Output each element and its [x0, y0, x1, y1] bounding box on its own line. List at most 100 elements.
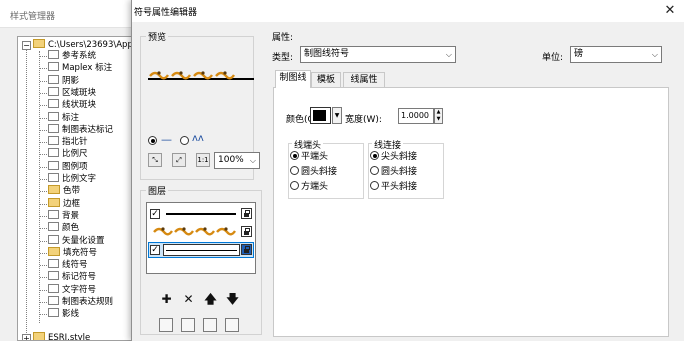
layer-row[interactable]: ✓: [148, 206, 254, 222]
tree-item[interactable]: 填充符号: [48, 246, 97, 259]
tab-template[interactable]: 模板: [311, 72, 341, 88]
properties-label: 属性:: [272, 33, 294, 43]
tab-line-properties[interactable]: 线属性: [343, 72, 385, 88]
layer-preview: [163, 244, 240, 256]
file-icon: [48, 62, 59, 72]
style-tree[interactable]: − C:\Users\23693\App 参考系统 Maplex 标注 阴影 区域斑块…: [17, 36, 135, 341]
radio-button[interactable]: [290, 151, 299, 160]
tree-item[interactable]: 线状斑块: [48, 99, 96, 111]
line-caps-option[interactable]: 方端头: [290, 181, 328, 193]
file-icon: [48, 296, 59, 305]
pattern-dot: [179, 71, 183, 75]
folder-icon: [33, 332, 45, 340]
file-icon: [48, 308, 59, 318]
line-caps-option[interactable]: 平端头: [290, 151, 328, 163]
file-icon: [48, 259, 59, 269]
file-icon: [48, 111, 59, 121]
zoom-full-icon[interactable]: ⤢: [172, 153, 186, 167]
layer-row-selected[interactable]: ✓: [148, 242, 254, 258]
file-icon: [48, 50, 59, 59]
width-label: 宽度(W):: [345, 115, 382, 125]
tree-item[interactable]: 矢量化设置: [48, 234, 105, 247]
width-spinner-icon[interactable]: ▲ ▼: [434, 108, 443, 124]
move-up-icon[interactable]: 🡅: [203, 292, 218, 307]
line-preview-icon: —: [161, 133, 172, 146]
export-layer-icon[interactable]: [203, 318, 217, 332]
chevron-down-icon: ⌵: [445, 50, 452, 59]
effect-layer-icon[interactable]: [225, 318, 239, 332]
line-caps-option[interactable]: 圆头斜接: [290, 166, 337, 178]
color-swatch[interactable]: [310, 107, 331, 124]
add-layer-icon[interactable]: ✚: [159, 292, 174, 307]
delete-layer-icon[interactable]: ✕: [181, 292, 196, 307]
move-down-icon[interactable]: 🡇: [225, 292, 240, 307]
collapse-toggle-icon[interactable]: −: [22, 41, 31, 50]
radio-button[interactable]: [370, 151, 379, 160]
tree-item[interactable]: 标注: [48, 111, 79, 124]
line-joins-label: 线连接: [372, 138, 404, 151]
tree-item[interactable]: 色带: [48, 185, 80, 197]
tree-item[interactable]: 比例尺: [48, 148, 88, 160]
unit-label: 单位:: [542, 53, 564, 63]
color-dropdown-icon[interactable]: ▼: [332, 107, 342, 124]
preview-polyline-radio[interactable]: [180, 136, 189, 145]
file-icon: [48, 86, 59, 96]
layers-label: 图层: [146, 184, 169, 197]
tree-item[interactable]: 制图表达标记: [48, 123, 113, 136]
tree-root-esri[interactable]: ESRI.style: [33, 332, 90, 340]
file-icon: [48, 222, 59, 232]
radio-button[interactable]: [370, 181, 379, 190]
layer-visible-checkbox[interactable]: ✓: [150, 209, 160, 219]
pattern-dot: [182, 227, 186, 231]
tree-item[interactable]: 比例文字: [48, 173, 96, 185]
radio-button[interactable]: [290, 166, 299, 175]
layer-row[interactable]: [148, 224, 254, 240]
pattern-dot: [224, 227, 228, 231]
layer-visible-checkbox[interactable]: ✓: [150, 245, 160, 255]
expand-toggle-icon[interactable]: +: [22, 334, 31, 340]
style-manager-title: 样式管理器: [10, 12, 56, 22]
layers-list[interactable]: ✓ ✓: [146, 202, 256, 274]
tree-item[interactable]: 颜色: [48, 222, 79, 234]
folder-icon: [48, 185, 60, 195]
zoom-select[interactable]: 100% ⌵: [214, 152, 260, 169]
file-icon: [48, 74, 59, 84]
zoom-fit-icon[interactable]: ⤡: [148, 153, 162, 167]
tree-item[interactable]: 背景: [48, 209, 79, 222]
lock-icon[interactable]: [241, 244, 252, 255]
line-joins-option[interactable]: 平头斜接: [370, 181, 417, 193]
tree-item[interactable]: 影线: [48, 308, 79, 320]
tree-item[interactable]: 参考系统: [48, 50, 96, 62]
actual-size-button[interactable]: 1:1: [196, 153, 210, 167]
pattern-dot: [201, 71, 205, 75]
radio-button[interactable]: [370, 166, 379, 175]
close-icon[interactable]: ✕: [659, 2, 681, 20]
tree-item[interactable]: 标记符号: [48, 271, 96, 283]
tree-item[interactable]: 制图表达规则: [48, 296, 113, 308]
preview-line-radio[interactable]: [148, 136, 157, 145]
file-icon: [48, 209, 59, 219]
copy-layer-icon[interactable]: [159, 318, 173, 332]
line-caps-label: 线端头: [292, 138, 324, 151]
unit-select[interactable]: 磅 ⌵: [570, 46, 662, 63]
file-icon: [48, 123, 59, 133]
line-joins-option[interactable]: 尖头斜接: [370, 151, 417, 163]
paste-layer-icon[interactable]: [181, 318, 195, 332]
line-joins-option[interactable]: 圆头斜接: [370, 166, 417, 178]
width-input[interactable]: 1.0000: [398, 108, 434, 124]
tree-item[interactable]: 区域斑块: [48, 86, 96, 99]
layer-preview: [166, 213, 236, 215]
lock-icon[interactable]: [241, 226, 252, 237]
lock-icon[interactable]: [241, 208, 252, 219]
chevron-down-icon: ⌵: [249, 156, 256, 165]
tree-item[interactable]: Maplex 标注: [48, 62, 112, 74]
radio-button[interactable]: [290, 181, 299, 190]
tree-item[interactable]: 边框: [48, 197, 80, 210]
tree-item[interactable]: 指北针: [48, 136, 88, 148]
tab-cartographic-line[interactable]: 制图线: [275, 70, 311, 88]
tree-item[interactable]: 图例项: [48, 160, 88, 173]
tree-item[interactable]: 阴影: [48, 74, 79, 87]
tree-item[interactable]: 线符号: [48, 259, 88, 271]
tree-item[interactable]: 文字符号: [48, 283, 96, 296]
type-select[interactable]: 制图线符号 ⌵: [300, 46, 456, 63]
